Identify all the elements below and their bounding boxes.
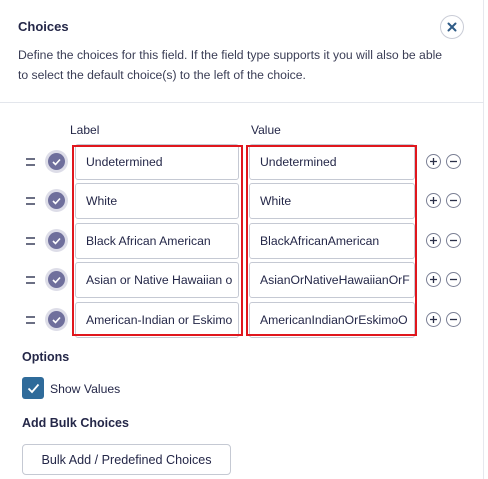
add-choice-button[interactable]	[426, 272, 441, 287]
add-choice-button[interactable]	[426, 193, 441, 208]
minus-icon	[450, 160, 457, 163]
remove-choice-button[interactable]	[446, 312, 461, 327]
value-column-header: Value	[251, 123, 281, 137]
show-values-label: Show Values	[50, 382, 121, 396]
bulk-add-button[interactable]: Bulk Add / Predefined Choices	[22, 444, 231, 475]
minus-icon	[450, 239, 457, 242]
choice-value-input[interactable]: AmericanIndianOrEskimoO	[249, 302, 415, 338]
default-choice-radio[interactable]	[45, 268, 68, 291]
remove-choice-button[interactable]	[446, 272, 461, 287]
choice-value-input[interactable]: AsianOrNativeHawaiianOrF	[249, 262, 415, 298]
choice-row: Asian or Native Hawaiian o AsianOrNative…	[0, 262, 484, 302]
check-icon	[52, 276, 61, 284]
drag-handle-icon[interactable]	[26, 237, 35, 245]
drag-handle-icon[interactable]	[26, 316, 35, 324]
choice-row: Undetermined Undetermined	[0, 144, 484, 184]
minus-icon	[450, 278, 457, 281]
plus-icon	[430, 237, 437, 244]
close-button[interactable]	[440, 15, 464, 39]
remove-choice-button[interactable]	[446, 233, 461, 248]
checkmark-icon	[27, 383, 39, 393]
remove-choice-button[interactable]	[446, 193, 461, 208]
check-icon	[52, 316, 61, 324]
drag-handle-icon[interactable]	[26, 276, 35, 284]
panel-description: Define the choices for this field. If th…	[18, 48, 443, 82]
minus-icon	[450, 318, 457, 321]
add-choice-button[interactable]	[426, 233, 441, 248]
show-values-checkbox[interactable]	[22, 377, 44, 399]
default-choice-radio[interactable]	[45, 229, 68, 252]
choice-label-input[interactable]: Asian or Native Hawaiian o	[75, 262, 239, 298]
minus-icon	[450, 199, 457, 202]
add-choice-button[interactable]	[426, 312, 441, 327]
choice-label-input[interactable]: White	[75, 183, 239, 219]
choice-value-input[interactable]: BlackAfricanAmerican	[249, 223, 415, 259]
plus-icon	[430, 316, 437, 323]
check-icon	[52, 197, 61, 205]
plus-icon	[430, 197, 437, 204]
label-column-header: Label	[70, 123, 100, 137]
bulk-section-title: Add Bulk Choices	[22, 416, 129, 430]
options-section-title: Options	[22, 350, 70, 364]
default-choice-radio[interactable]	[45, 150, 68, 173]
choice-value-input[interactable]: White	[249, 183, 415, 219]
close-icon	[447, 22, 457, 32]
drag-handle-icon[interactable]	[26, 197, 35, 205]
choice-label-input[interactable]: Black African American	[75, 223, 239, 259]
panel-header: Choices Define the choices for this fiel…	[0, 0, 484, 103]
plus-icon	[430, 276, 437, 283]
check-icon	[52, 237, 61, 245]
default-choice-radio[interactable]	[45, 308, 68, 331]
choice-row: White White	[0, 183, 484, 223]
choice-row: Black African American BlackAfricanAmeri…	[0, 223, 484, 263]
choice-row: American-Indian or Eskimo AmericanIndian…	[0, 302, 484, 342]
check-icon	[52, 158, 61, 166]
remove-choice-button[interactable]	[446, 154, 461, 169]
add-choice-button[interactable]	[426, 154, 441, 169]
choice-label-input[interactable]: Undetermined	[75, 144, 239, 180]
choices-panel: Choices Define the choices for this fiel…	[0, 0, 484, 479]
plus-icon	[430, 158, 437, 165]
panel-title: Choices	[18, 19, 69, 34]
default-choice-radio[interactable]	[45, 189, 68, 212]
choice-value-input[interactable]: Undetermined	[249, 144, 415, 180]
drag-handle-icon[interactable]	[26, 158, 35, 166]
choice-label-input[interactable]: American-Indian or Eskimo	[75, 302, 239, 338]
